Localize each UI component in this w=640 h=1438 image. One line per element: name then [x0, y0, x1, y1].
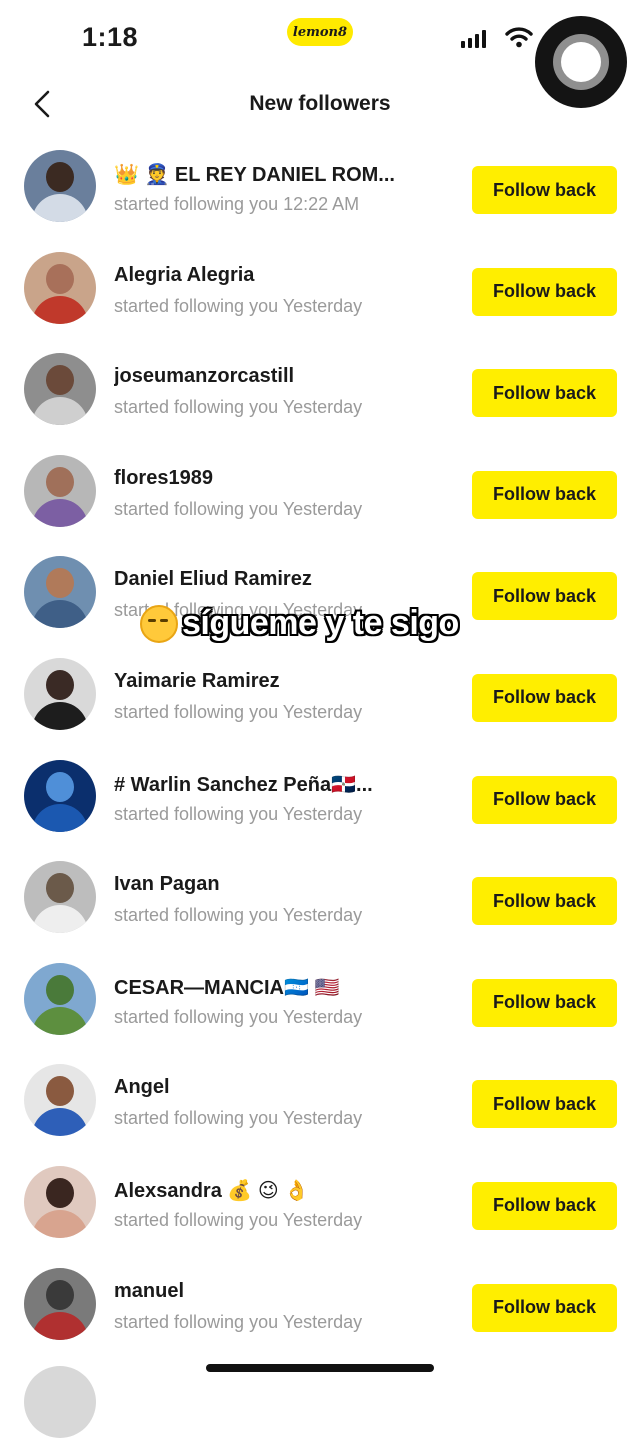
follower-name[interactable]: Alexsandra 💰 😉 👌: [114, 1178, 444, 1203]
avatar[interactable]: [24, 861, 96, 934]
list-item: manuel started following you Yesterday F…: [0, 1256, 640, 1358]
avatar[interactable]: [24, 1267, 96, 1340]
avatar[interactable]: [24, 556, 96, 629]
follower-name[interactable]: Daniel Eliud Ramirez: [114, 568, 444, 591]
list-item: Ivan Pagan started following you Yesterd…: [0, 849, 640, 951]
pensive-face-icon: [140, 604, 178, 643]
follow-back-button[interactable]: Follow back: [472, 775, 617, 824]
follower-name[interactable]: flores1989: [114, 467, 444, 490]
follower-name[interactable]: 👑 👮 EL REY DANIEL ROM...: [114, 162, 444, 187]
avatar[interactable]: [24, 353, 96, 426]
follow-status: started following you Yesterday: [114, 803, 363, 824]
lemon8-app-badge[interactable]: lemon8: [287, 18, 353, 46]
caption-overlay: sígueme y te sigo: [140, 604, 459, 643]
list-item: 👑 👮 EL REY DANIEL ROM... started followi…: [0, 138, 640, 240]
follower-name[interactable]: CESAR—MANCIA🇭🇳 🇺🇸: [114, 975, 444, 1000]
follow-status: started following you Yesterday: [114, 1311, 363, 1332]
avatar[interactable]: [24, 1165, 96, 1238]
list-item: Alegria Alegria started following you Ye…: [0, 240, 640, 342]
follow-status: started following you Yesterday: [114, 1209, 363, 1230]
follow-status: started following you Yesterday: [114, 498, 363, 519]
follow-back-button[interactable]: Follow back: [472, 978, 617, 1027]
follower-name[interactable]: joseumanzorcastill: [114, 365, 444, 388]
follower-name[interactable]: # Warlin Sanchez Peña🇩🇴...: [114, 772, 444, 797]
follow-back-button[interactable]: Follow back: [472, 1080, 617, 1129]
follow-back-button[interactable]: Follow back: [472, 267, 617, 316]
follow-back-button[interactable]: Follow back: [472, 1283, 617, 1332]
follow-back-button[interactable]: Follow back: [472, 470, 617, 519]
list-item: joseumanzorcastill started following you…: [0, 341, 640, 443]
follower-name[interactable]: manuel: [114, 1280, 444, 1303]
avatar[interactable]: [24, 657, 96, 730]
status-time: 1:18: [82, 22, 139, 52]
follow-status: started following you 12:22 AM: [114, 194, 360, 214]
list-item: # Warlin Sanchez Peña🇩🇴... started follo…: [0, 748, 640, 850]
follower-name[interactable]: Ivan Pagan: [114, 873, 444, 896]
follow-status: started following you Yesterday: [114, 295, 363, 316]
avatar[interactable]: [24, 251, 96, 324]
follower-name[interactable]: Angel: [114, 1076, 444, 1099]
caption-text: sígueme y te sigo: [182, 604, 459, 642]
followers-list: 👑 👮 EL REY DANIEL ROM... started followi…: [0, 138, 640, 1357]
avatar[interactable]: [24, 962, 96, 1035]
list-item: CESAR—MANCIA🇭🇳 🇺🇸 started following you …: [0, 951, 640, 1053]
follow-back-button[interactable]: Follow back: [472, 572, 617, 621]
avatar[interactable]: [24, 150, 96, 222]
list-item: Angel started following you Yesterday Fo…: [0, 1052, 640, 1154]
cellular-signal-icon: [461, 30, 486, 48]
follow-status: started following you Yesterday: [114, 397, 363, 418]
follow-back-button[interactable]: Follow back: [472, 673, 617, 722]
follow-back-button[interactable]: Follow back: [472, 369, 617, 418]
avatar[interactable]: [24, 1366, 96, 1438]
wifi-icon: [505, 27, 533, 48]
list-item: flores1989 started following you Yesterd…: [0, 443, 640, 545]
follow-status: started following you Yesterday: [114, 1108, 363, 1129]
home-indicator[interactable]: [206, 1364, 434, 1372]
header: New followers: [0, 80, 640, 128]
follow-status: started following you Yesterday: [114, 1006, 363, 1027]
avatar[interactable]: [24, 759, 96, 832]
follow-back-button[interactable]: Follow back: [472, 166, 617, 214]
list-item: Alexsandra 💰 😉 👌 started following you Y…: [0, 1154, 640, 1256]
follow-back-button[interactable]: Follow back: [472, 1181, 617, 1230]
follow-back-button[interactable]: Follow back: [472, 877, 617, 926]
list-item: Yaimarie Ramirez started following you Y…: [0, 646, 640, 748]
avatar[interactable]: [24, 1064, 96, 1137]
follower-name[interactable]: Yaimarie Ramirez: [114, 670, 444, 693]
follower-name[interactable]: Alegria Alegria: [114, 264, 444, 287]
follow-status: started following you Yesterday: [114, 701, 363, 722]
avatar[interactable]: [24, 454, 96, 527]
page-title: New followers: [249, 92, 391, 115]
follow-status: started following you Yesterday: [114, 905, 363, 926]
